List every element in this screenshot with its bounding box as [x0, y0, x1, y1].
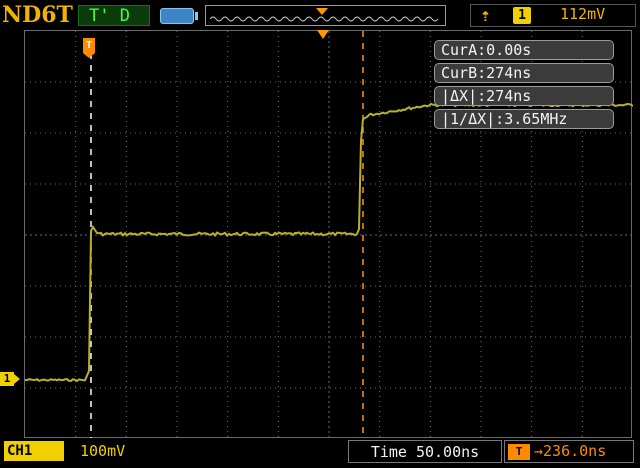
timebase-readout[interactable]: Time 50.00ns	[348, 440, 502, 463]
overview-trigger-icon	[316, 8, 328, 15]
ch1-scale-readout: 100mV	[80, 442, 126, 460]
overview-wave	[209, 16, 439, 22]
run-status-badge[interactable]: T' D	[78, 5, 150, 26]
inverse-delta-x-readout: |1/ΔX|:3.65MHz	[434, 109, 614, 129]
battery-icon	[160, 8, 198, 24]
brand-logo: ND6T	[2, 2, 73, 28]
ch1-label[interactable]: CH1	[4, 441, 64, 461]
channel1-ground-marker[interactable]: 1	[0, 372, 20, 386]
trigger-position-icon: T	[508, 444, 530, 460]
cursor-a-readout: CurA:0.00s	[434, 40, 614, 60]
cursor-b-readout: CurB:274ns	[434, 63, 614, 83]
cursor-a-tag[interactable]: T	[83, 38, 95, 58]
trigger-position-marker[interactable]	[317, 30, 329, 39]
waveform-overview[interactable]	[205, 5, 446, 26]
trigger-panel[interactable]	[470, 4, 636, 27]
trigger-position-readout: →236.0ns	[534, 442, 607, 460]
delta-x-readout: |ΔX|:274ns	[434, 86, 614, 106]
cursor-measurements-panel: CurA:0.00s CurB:274ns |ΔX|:274ns |1/ΔX|:…	[434, 40, 614, 132]
trigger-level-readout: 112mV	[560, 5, 606, 23]
trigger-source-badge: 1	[513, 7, 531, 24]
rising-edge-icon: ⇡	[480, 5, 491, 26]
